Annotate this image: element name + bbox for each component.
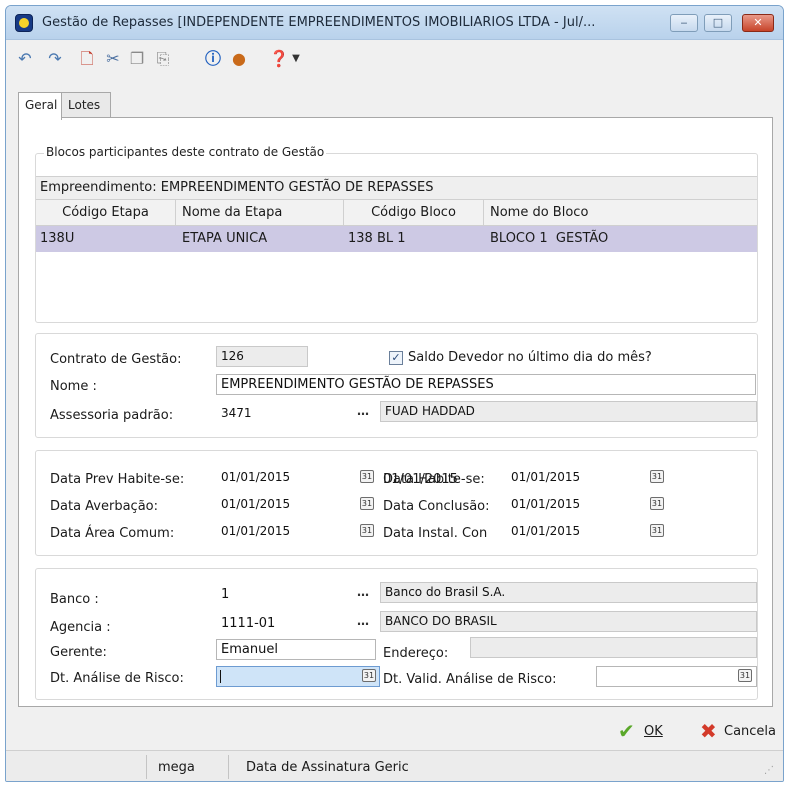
calendar-icon[interactable]: 31 <box>738 669 752 682</box>
help-icon[interactable]: ❓ <box>268 48 290 70</box>
undo-icon[interactable]: ↶ <box>14 48 36 70</box>
toolbar: ↶ ↷ 🗋 ✂ ❐ ⎘ ⓘ ● ❓ ▼ <box>6 40 783 82</box>
column-header-codigo-etapa[interactable]: Código Etapa <box>36 200 176 225</box>
resize-grip-icon[interactable]: ⋰ <box>764 765 776 777</box>
nome-label: Nome : <box>50 379 97 394</box>
saldo-devedor-checkbox[interactable]: ✓ <box>389 351 403 365</box>
status-separator <box>146 755 147 779</box>
status-separator <box>228 755 229 779</box>
status-message: Data de Assinatura Geric <box>246 760 409 775</box>
checkmark-icon: ✔ <box>618 719 635 743</box>
assessoria-name-field: FUAD HADDAD <box>380 401 757 422</box>
cut-icon[interactable]: ✂ <box>102 48 124 70</box>
agencia-lookup-button[interactable]: … <box>354 613 372 633</box>
blocos-group-title: Blocos participantes deste contrato de G… <box>44 145 327 159</box>
column-header-codigo-bloco[interactable]: Código Bloco <box>344 200 484 225</box>
data-instal-field[interactable]: 01/01/2015 <box>506 521 664 542</box>
blocos-group: Blocos participantes deste contrato de G… <box>35 145 758 323</box>
tab-geral[interactable]: Geral <box>18 92 62 120</box>
calendar-icon[interactable]: 31 <box>360 524 374 537</box>
agencia-code-field[interactable]: 1111-01 <box>216 613 350 634</box>
ok-button[interactable]: ✔ OK <box>618 718 668 744</box>
paste-icon[interactable]: ⎘ <box>152 48 174 70</box>
cell-nome-etapa: ETAPA UNICA <box>182 231 268 246</box>
ok-label: OK <box>644 724 663 739</box>
status-user: mega <box>158 760 195 775</box>
data-conclusao-field[interactable]: 01/01/2015 <box>506 494 664 515</box>
geral-panel: Blocos participantes deste contrato de G… <box>18 117 773 707</box>
user-icon[interactable]: ● <box>228 48 250 70</box>
banco-lookup-button[interactable]: … <box>354 584 372 604</box>
tab-lotes[interactable]: Lotes <box>61 92 111 118</box>
data-habite-label: Data Habite-se: <box>383 472 485 487</box>
assessoria-lookup-button[interactable]: … <box>354 403 372 423</box>
copy-icon[interactable]: ❐ <box>126 48 148 70</box>
minimize-button[interactable]: ‒ <box>670 14 698 32</box>
close-button[interactable]: ✕ <box>742 14 774 32</box>
nome-field[interactable]: EMPREENDIMENTO GESTÃO DE REPASSES <box>216 374 756 395</box>
cancel-label: Cancela <box>724 724 777 739</box>
data-habite-field[interactable]: 01/01/2015 <box>506 467 664 488</box>
column-header-nome-bloco[interactable]: Nome do Bloco <box>484 200 754 225</box>
maximize-button[interactable]: □ <box>704 14 732 32</box>
cell-nome-bloco: BLOCO 1 GESTÃO <box>490 231 609 246</box>
assessoria-code-field[interactable]: 3471 <box>216 403 350 424</box>
endereco-field <box>470 637 757 658</box>
status-bar: mega Data de Assinatura Geric ⋰ <box>6 750 783 781</box>
banco-code-field[interactable]: 1 <box>216 584 350 605</box>
saldo-devedor-label: Saldo Devedor no último dia do mês? <box>408 350 652 365</box>
datas-group: Data Prev Habite-se: 01/01/2015 31 01/01… <box>35 450 758 556</box>
data-prev-habite-field[interactable]: 01/01/2015 <box>216 467 374 488</box>
dialog-buttons: ✔ OK ✖ Cancela <box>6 714 783 754</box>
contrato-label: Contrato de Gestão: <box>50 352 182 367</box>
contrato-field[interactable]: 126 <box>216 346 308 367</box>
cancel-x-icon: ✖ <box>700 719 717 743</box>
calendar-icon[interactable]: 31 <box>650 470 664 483</box>
data-area-comum-field[interactable]: 01/01/2015 <box>216 521 374 542</box>
info-icon[interactable]: ⓘ <box>202 48 224 70</box>
new-document-icon[interactable]: 🗋 <box>76 48 98 70</box>
calendar-icon[interactable]: 31 <box>650 524 664 537</box>
contrato-group: Contrato de Gestão: 126 ✓ Saldo Devedor … <box>35 333 758 438</box>
calendar-icon[interactable]: 31 <box>360 470 374 483</box>
text-cursor <box>220 670 221 683</box>
banco-name-field: Banco do Brasil S.A. <box>380 582 757 603</box>
data-area-comum-label: Data Área Comum: <box>50 526 175 541</box>
data-averbacao-label: Data Averbação: <box>50 499 159 514</box>
gerente-field[interactable]: Emanuel <box>216 639 376 660</box>
calendar-icon[interactable]: 31 <box>650 497 664 510</box>
data-prev-habite-label: Data Prev Habite-se: <box>50 472 185 487</box>
dt-valid-field[interactable] <box>596 666 757 687</box>
chevron-down-icon[interactable]: ▼ <box>290 48 302 70</box>
agencia-label: Agencia : <box>50 620 111 635</box>
table-header: Código Etapa Nome da Etapa Código Bloco … <box>36 200 757 226</box>
column-header-nome-etapa[interactable]: Nome da Etapa <box>176 200 344 225</box>
main-window: Gestão de Repasses [INDEPENDENTE EMPREEN… <box>5 5 784 782</box>
redo-icon[interactable]: ↷ <box>44 48 66 70</box>
agencia-name-field: BANCO DO BRASIL <box>380 611 757 632</box>
assessoria-label: Assessoria padrão: <box>50 408 174 423</box>
data-instal-label: Data Instal. Con <box>383 526 488 541</box>
cell-codigo-bloco: 138 BL 1 <box>348 231 406 246</box>
banco-group: Banco : 1 … Banco do Brasil S.A. Agencia… <box>35 568 758 700</box>
endereco-label: Endereço: <box>383 646 449 661</box>
data-conclusao-label: Data Conclusão: <box>383 499 490 514</box>
empreendimento-header: Empreendimento: EMPREENDIMENTO GESTÃO DE… <box>36 176 757 200</box>
dt-valid-label: Dt. Valid. Análise de Risco: <box>383 672 557 687</box>
banco-label: Banco : <box>50 592 99 607</box>
data-averbacao-field[interactable]: 01/01/2015 <box>216 494 374 515</box>
dt-analise-field[interactable] <box>216 666 380 687</box>
window-title: Gestão de Repasses [INDEPENDENTE EMPREEN… <box>42 15 596 30</box>
table-row[interactable]: 138U ETAPA UNICA 138 BL 1 BLOCO 1 GESTÃO <box>36 226 757 252</box>
cancel-button[interactable]: ✖ Cancela <box>700 718 780 744</box>
gerente-label: Gerente: <box>50 645 107 660</box>
calendar-icon[interactable]: 31 <box>362 669 376 682</box>
dt-analise-label: Dt. Análise de Risco: <box>50 671 184 686</box>
calendar-icon[interactable]: 31 <box>360 497 374 510</box>
cell-codigo-etapa: 138U <box>40 231 75 246</box>
app-logo-icon <box>15 14 33 32</box>
title-bar: Gestão de Repasses [INDEPENDENTE EMPREEN… <box>6 6 783 40</box>
